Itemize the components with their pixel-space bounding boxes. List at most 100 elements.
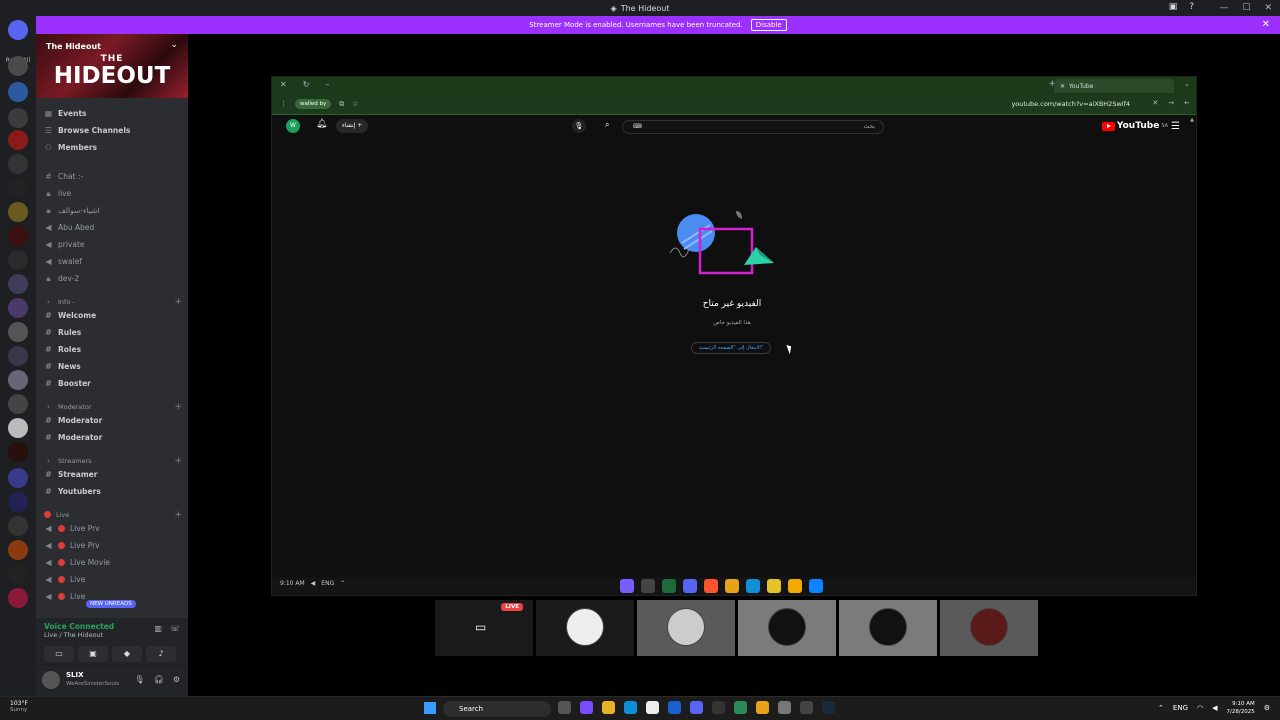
server-icon[interactable]: [8, 108, 28, 128]
account-avatar[interactable]: W: [286, 119, 300, 133]
disable-streamer-mode-button[interactable]: Disable: [750, 19, 787, 31]
server-icon[interactable]: [8, 564, 28, 584]
server-icon[interactable]: [8, 274, 28, 294]
channel-item[interactable]: # Roles: [44, 342, 184, 357]
server-icon[interactable]: [8, 346, 28, 366]
activity-button[interactable]: ◆: [112, 646, 142, 662]
browser-tab-youtube[interactable]: ✕ YouTube: [1054, 79, 1174, 93]
forward-icon[interactable]: ←: [1184, 99, 1190, 107]
category-info[interactable]: › Info - +: [44, 294, 184, 309]
voice-channel-item[interactable]: ◀ Live Prv: [44, 538, 184, 553]
channel-item[interactable]: 🔒︎ dev-2: [44, 271, 184, 286]
server-icon[interactable]: [8, 298, 28, 318]
add-channel-icon[interactable]: +: [174, 456, 182, 466]
participant-tile[interactable]: [940, 600, 1038, 656]
channel-item[interactable]: # Youtubers: [44, 484, 184, 499]
app-icon[interactable]: [734, 701, 747, 714]
noise-suppression-icon[interactable]: ▥: [154, 624, 162, 633]
server-icon[interactable]: [8, 154, 28, 174]
voice-search-icon[interactable]: 🎙︎: [572, 119, 586, 133]
close-tab-icon[interactable]: ✕: [1060, 83, 1065, 90]
voice-channel-item[interactable]: ◀ Live: [44, 572, 184, 587]
profile-pill[interactable]: walled by: [295, 99, 332, 109]
search-input[interactable]: ⌨ بحث: [622, 120, 884, 134]
headphones-icon[interactable]: 🎧︎: [154, 675, 164, 684]
task-view-icon[interactable]: [558, 701, 571, 714]
close-icon[interactable]: ✕: [1152, 99, 1158, 107]
menu-dots-icon[interactable]: ⋮: [280, 100, 287, 108]
channel-item[interactable]: # Chat :-: [44, 169, 184, 184]
category-streamers[interactable]: › Streamers +: [44, 453, 184, 468]
server-icon[interactable]: [8, 130, 28, 150]
back-icon[interactable]: →: [1168, 99, 1174, 107]
server-header[interactable]: The Hideout ⌄ THE HIDEOUT: [36, 34, 188, 98]
chrome-icon[interactable]: [756, 701, 769, 714]
channel-item[interactable]: 🔒︎ live: [44, 186, 184, 201]
app-icon[interactable]: [712, 701, 725, 714]
voice-channel-item[interactable]: ◀ private: [44, 237, 184, 252]
help-icon[interactable]: ?: [1189, 2, 1194, 12]
gear-icon[interactable]: ⚙: [173, 675, 180, 684]
chevron-down-icon[interactable]: ⌄: [1184, 80, 1190, 88]
folder-icon[interactable]: [602, 701, 615, 714]
channel-item[interactable]: # Moderator: [44, 430, 184, 445]
app-icon[interactable]: [580, 701, 593, 714]
steam-icon[interactable]: [822, 701, 835, 714]
tray-chevron-icon[interactable]: ⌃: [1158, 704, 1164, 712]
camera-button[interactable]: ▭: [44, 646, 74, 662]
channel-item[interactable]: # Moderator: [44, 413, 184, 428]
scroll-up-icon[interactable]: ▲: [1190, 117, 1194, 123]
screen-share-button[interactable]: ▣: [78, 646, 108, 662]
keyboard-icon[interactable]: ⌨: [633, 123, 642, 130]
system-clock[interactable]: 9:10 AM 7/28/2025: [1227, 700, 1255, 716]
channel-item[interactable]: # Rules: [44, 325, 184, 340]
participant-tile[interactable]: ▭ LIVE: [435, 600, 533, 656]
volume-icon[interactable]: ◀: [1212, 704, 1217, 712]
search-icon[interactable]: ⌕: [605, 120, 609, 130]
server-icon[interactable]: [8, 588, 28, 608]
inbox-icon[interactable]: ▣: [1169, 2, 1178, 12]
server-icon[interactable]: [8, 394, 28, 414]
add-channel-icon[interactable]: +: [174, 510, 182, 520]
wifi-icon[interactable]: ◠: [1197, 704, 1203, 712]
create-button[interactable]: إنشاء +: [336, 119, 369, 133]
copy-icon[interactable]: ⧉: [339, 100, 344, 109]
home-icon[interactable]: [8, 20, 28, 40]
server-icon[interactable]: [8, 178, 28, 198]
server-icon[interactable]: [8, 202, 28, 222]
participant-tile[interactable]: [637, 600, 735, 656]
participant-tile[interactable]: [839, 600, 937, 656]
windows-start-icon[interactable]: [424, 702, 436, 714]
minimize-button[interactable]: —: [1219, 3, 1228, 13]
soundboard-button[interactable]: ♪: [146, 646, 176, 662]
server-icon[interactable]: [8, 468, 28, 488]
banner-close-icon[interactable]: ✕: [1262, 19, 1270, 30]
avatar[interactable]: [42, 671, 60, 689]
server-icon[interactable]: [8, 82, 28, 102]
server-icon[interactable]: [8, 226, 28, 246]
voice-channel-name[interactable]: Live / The Hideout: [44, 631, 103, 639]
hamburger-menu-icon[interactable]: ☰: [1171, 121, 1180, 132]
channel-item[interactable]: # Booster: [44, 376, 184, 391]
server-icon[interactable]: [8, 442, 28, 462]
new-unreads-pill[interactable]: NEW UNREADS: [86, 600, 136, 608]
server-icon[interactable]: [8, 516, 28, 536]
participant-tile[interactable]: [738, 600, 836, 656]
voice-channel-item[interactable]: ◀ Abu Abed: [44, 220, 184, 235]
app-icon[interactable]: [778, 701, 791, 714]
channel-item[interactable]: # Streamer: [44, 467, 184, 482]
add-channel-icon[interactable]: +: [174, 402, 182, 412]
app-icon[interactable]: [800, 701, 813, 714]
server-icon[interactable]: [8, 56, 28, 76]
participant-tile[interactable]: [536, 600, 634, 656]
channel-item[interactable]: # Welcome: [44, 308, 184, 323]
voice-channel-item[interactable]: ◀ Live Prv: [44, 521, 184, 536]
category-live[interactable]: Live +: [44, 507, 184, 522]
app-icon[interactable]: [668, 701, 681, 714]
youtube-logo[interactable]: YouTube SA: [1101, 121, 1168, 131]
close-window-button[interactable]: ✕: [1264, 3, 1272, 13]
edge-icon[interactable]: [624, 701, 637, 714]
members-link[interactable]: ⚇ Members: [44, 140, 184, 155]
maximize-button[interactable]: ☐: [1242, 3, 1250, 13]
star-icon[interactable]: ☆: [352, 100, 358, 108]
